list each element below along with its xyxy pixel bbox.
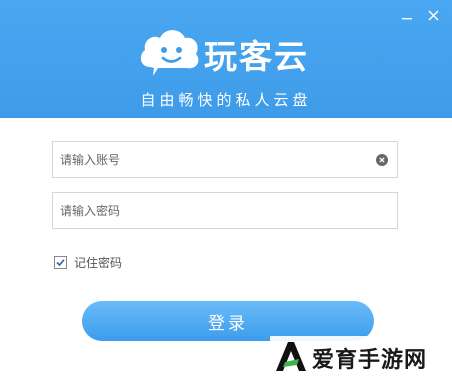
password-field[interactable] xyxy=(52,192,398,229)
close-button[interactable] xyxy=(422,4,444,26)
remember-label: 记住密码 xyxy=(74,255,123,270)
clear-icon[interactable] xyxy=(376,154,388,166)
watermark-text: 爱育手游网 xyxy=(312,348,428,373)
a-logo-icon xyxy=(276,342,306,371)
brand-name: 玩客云 xyxy=(204,37,309,76)
password-input[interactable] xyxy=(53,193,360,228)
check-icon xyxy=(56,258,65,266)
remember-checkbox[interactable] xyxy=(54,255,67,269)
remember-password[interactable]: 记住密码 xyxy=(54,255,123,270)
cloud-face-icon xyxy=(140,30,199,76)
minimize-icon xyxy=(402,18,412,20)
username-input[interactable] xyxy=(53,142,360,177)
login-header: 玩客云 自由畅快的私人云盘 xyxy=(0,0,452,118)
login-button[interactable]: 登录 xyxy=(82,301,374,341)
close-icon xyxy=(428,10,438,20)
watermark: 爱育手游网 xyxy=(270,336,452,376)
username-field[interactable] xyxy=(52,141,398,178)
brand-slogan: 自由畅快的私人云盘 xyxy=(140,91,312,109)
minimize-button[interactable] xyxy=(396,4,418,26)
